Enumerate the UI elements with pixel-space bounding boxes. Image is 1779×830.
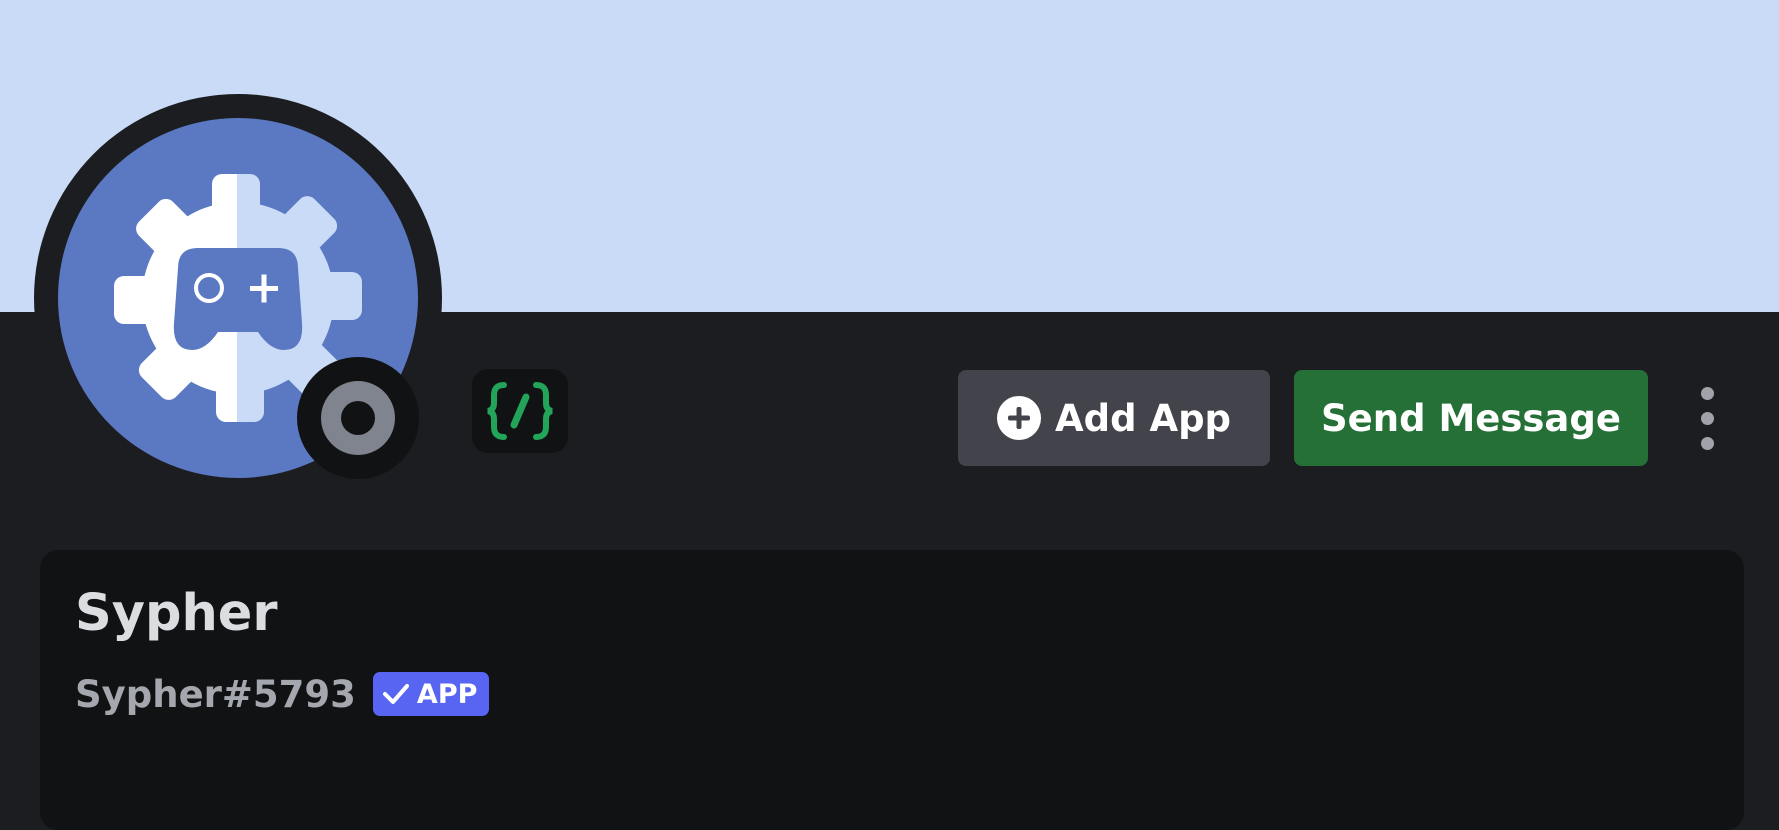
checkmark-icon xyxy=(382,684,409,704)
app-badge-label: APP xyxy=(416,678,478,710)
avatar-frame xyxy=(34,94,442,502)
add-app-button[interactable]: Add App xyxy=(958,370,1270,466)
add-app-label: Add App xyxy=(1054,396,1232,440)
profile-info-card: Sypher Sypher#5793 APP xyxy=(40,550,1744,830)
display-name: Sypher xyxy=(75,584,278,643)
app-badge: APP xyxy=(372,672,490,716)
ellipsis-dot xyxy=(1701,437,1714,450)
vertical-ellipsis-icon xyxy=(1701,387,1714,400)
slash-commands-badge[interactable] xyxy=(472,369,568,453)
more-options-button[interactable] xyxy=(1690,384,1726,452)
username: Sypher#5793 xyxy=(75,672,356,716)
offline-status-icon xyxy=(321,381,395,455)
ellipsis-dot xyxy=(1701,412,1714,425)
status-indicator xyxy=(297,357,419,479)
plus-circle-icon xyxy=(996,396,1041,440)
send-message-label: Send Message xyxy=(1321,396,1621,440)
send-message-button[interactable]: Send Message xyxy=(1294,370,1648,466)
slash-commands-icon xyxy=(487,382,553,440)
username-row: Sypher#5793 APP xyxy=(75,672,490,716)
